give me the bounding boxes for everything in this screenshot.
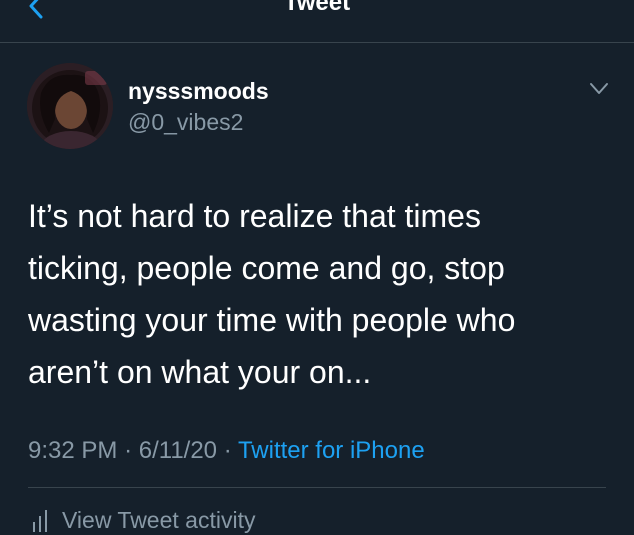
user-handle[interactable]: @0_vibes2 [128,108,243,136]
meta-separator: · [223,437,232,464]
tweet-time: 9:32 PM [28,437,118,464]
meta-separator: · [124,437,133,464]
more-options-button[interactable] [588,80,610,98]
tweet-text: It’s not hard to realize that times tick… [28,190,618,398]
tweet-text-line: ticking, people come and go, stop [28,250,505,286]
bar-chart-icon [33,510,47,532]
chevron-down-icon [590,83,608,94]
avatar[interactable] [27,63,113,149]
tweet-text-line: aren’t on what your on... [28,354,372,390]
tweet-source-link[interactable]: Twitter for iPhone [238,437,425,464]
tweet-text-line: It’s not hard to realize that times [28,198,481,234]
profile-photo [27,63,113,149]
tweet-metadata: 9:32 PM · 6/11/20 · Twitter for iPhone [28,436,425,466]
view-activity-button[interactable] [32,508,52,532]
view-activity-label[interactable]: View Tweet activity [62,506,255,534]
page-title: Tweet [283,0,351,16]
display-name[interactable]: nysssmoods [128,77,269,105]
tweet-text-line: wasting your time with people who [28,302,516,338]
top-bar: Tweet [0,0,634,43]
divider [28,487,606,488]
tweet-date: 6/11/20 [138,437,218,464]
